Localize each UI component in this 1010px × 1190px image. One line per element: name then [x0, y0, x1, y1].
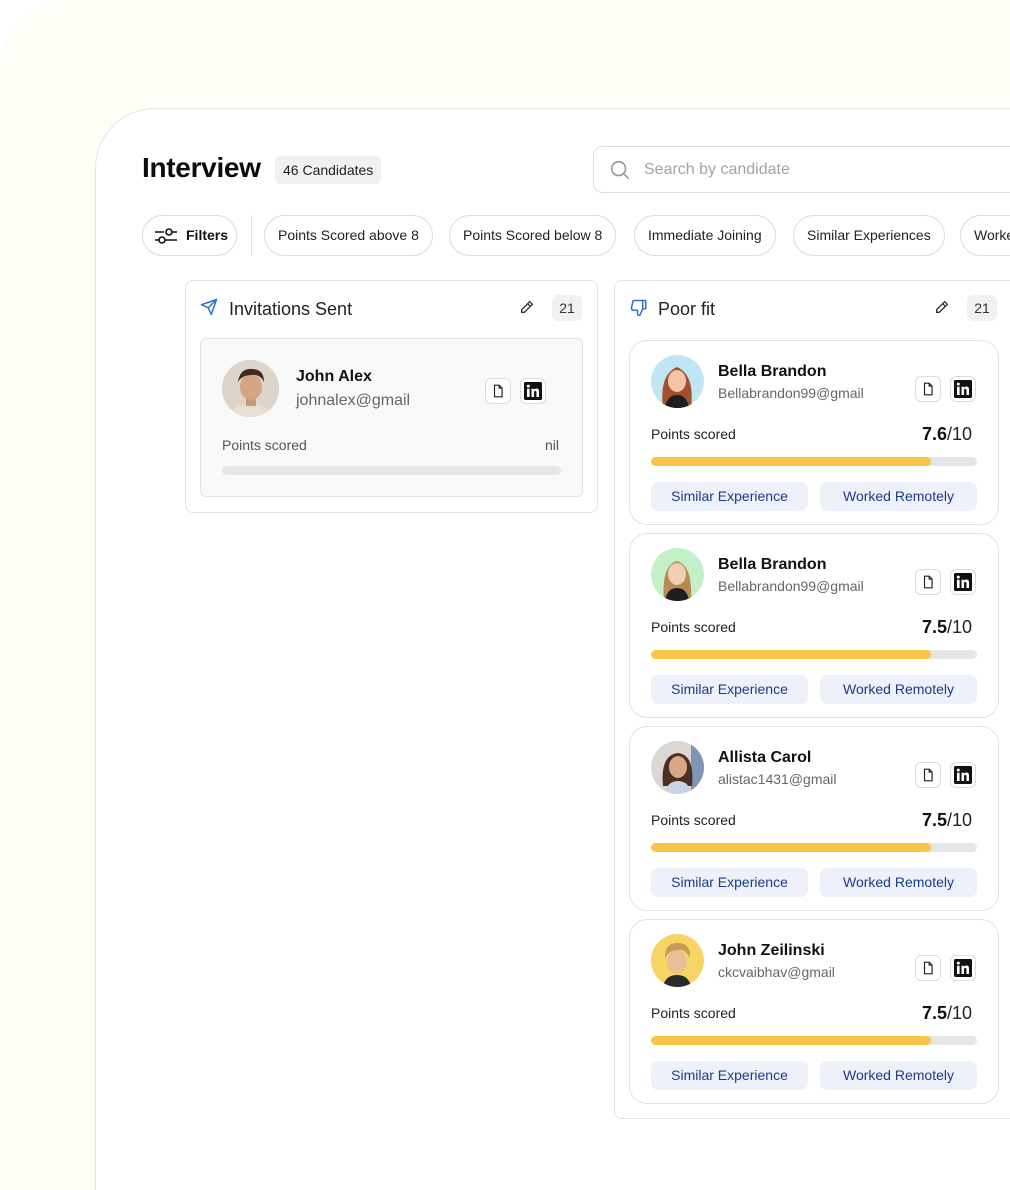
points-value: 7.6/10	[922, 424, 972, 445]
send-icon	[200, 298, 218, 316]
chip-similar-experiences[interactable]: Similar Experiences	[793, 215, 945, 256]
points-progress-bar	[651, 1036, 977, 1045]
progress-fill	[651, 843, 932, 852]
candidate-email: johnalex@gmail	[296, 392, 411, 409]
tag-worked-remotely: Worked Remotely	[820, 1061, 977, 1090]
resume-button[interactable]	[915, 376, 941, 402]
linkedin-icon	[954, 573, 972, 591]
score-max: /10	[947, 1003, 973, 1023]
linkedin-icon	[954, 380, 972, 398]
linkedin-button[interactable]	[520, 378, 546, 404]
document-icon	[923, 382, 933, 396]
resume-button[interactable]	[915, 569, 941, 595]
points-label: Points scored	[222, 437, 307, 453]
linkedin-button[interactable]	[950, 569, 976, 595]
points-value: 7.5/10	[922, 810, 972, 831]
linkedin-button[interactable]	[950, 762, 976, 788]
tag-similar-experience: Similar Experience	[651, 868, 808, 897]
document-icon	[923, 961, 933, 975]
score-max: /10	[947, 424, 973, 444]
tag-worked-remotely: Worked Remotely	[820, 482, 977, 511]
points-label: Points scored	[651, 1005, 736, 1021]
score-max: /10	[947, 810, 973, 830]
search-box[interactable]	[593, 146, 1010, 193]
filters-button[interactable]: Filters	[142, 215, 237, 256]
document-icon	[923, 768, 933, 782]
tag-worked-remotely: Worked Remotely	[820, 868, 977, 897]
candidate-name: Bella Brandon	[718, 556, 827, 573]
points-progress-bar	[651, 843, 977, 852]
progress-fill	[651, 650, 932, 659]
points-progress-bar	[651, 457, 977, 466]
tag-worked-remotely: Worked Remotely	[820, 675, 977, 704]
points-progress-bar	[651, 650, 977, 659]
points-value: 7.5/10	[922, 617, 972, 638]
candidate-email: alistac1431@gmail	[718, 771, 837, 787]
chip-worked-remotely[interactable]: Worked Remotely	[960, 215, 1010, 256]
resume-button[interactable]	[485, 378, 511, 404]
linkedin-button[interactable]	[950, 955, 976, 981]
candidate-name: Allista Carol	[718, 749, 812, 766]
score: 7.5	[922, 810, 948, 830]
progress-fill	[651, 1036, 932, 1045]
column-count: 21	[552, 295, 582, 321]
candidate-name: John Zeilinski	[718, 942, 825, 959]
avatar	[651, 548, 704, 601]
filters-label: Filters	[186, 227, 229, 243]
points-label: Points scored	[651, 426, 736, 442]
chip-immediate-joining[interactable]: Immediate Joining	[634, 215, 776, 256]
edit-pencil-icon[interactable]	[519, 299, 535, 315]
column-title: Poor fit	[658, 299, 716, 319]
filter-divider	[251, 215, 252, 256]
edit-pencil-icon[interactable]	[934, 299, 950, 315]
document-icon	[923, 575, 933, 589]
page-title: Interview	[142, 152, 261, 183]
score: 7.5	[922, 1003, 948, 1023]
candidate-email: ckcvaibhav@gmail	[718, 964, 835, 980]
chip-points-above-8[interactable]: Points Scored above 8	[264, 215, 433, 256]
filter-sliders-icon	[155, 227, 177, 244]
points-label: Points scored	[651, 619, 736, 635]
chip-points-below-8[interactable]: Points Scored below 8	[449, 215, 617, 256]
column-count: 21	[967, 295, 997, 321]
thumbs-down-icon	[630, 299, 647, 317]
points-value: nil	[545, 437, 560, 453]
avatar	[651, 741, 704, 794]
score-max: /10	[947, 617, 973, 637]
linkedin-icon	[954, 959, 972, 977]
resume-button[interactable]	[915, 762, 941, 788]
resume-button[interactable]	[915, 955, 941, 981]
avatar	[651, 934, 704, 987]
search-icon	[610, 160, 630, 179]
linkedin-icon	[524, 382, 542, 400]
progress-fill	[651, 457, 932, 466]
linkedin-button[interactable]	[950, 376, 976, 402]
avatar	[651, 355, 704, 408]
avatar	[222, 360, 279, 417]
linkedin-icon	[954, 766, 972, 784]
candidate-count-badge: 46 Candidates	[275, 156, 382, 184]
candidate-name: John Alex	[296, 368, 372, 385]
search-input[interactable]	[644, 160, 1004, 179]
tag-similar-experience: Similar Experience	[651, 675, 808, 704]
points-progress-bar	[222, 466, 561, 475]
candidate-email: Bellabrandon99@gmail	[718, 578, 864, 594]
document-icon	[493, 384, 503, 398]
tag-similar-experience: Similar Experience	[651, 1061, 808, 1090]
tag-similar-experience: Similar Experience	[651, 482, 808, 511]
points-value: 7.5/10	[922, 1003, 972, 1024]
candidate-name: Bella Brandon	[718, 363, 827, 380]
column-title: Invitations Sent	[229, 299, 353, 319]
points-label: Points scored	[651, 812, 736, 828]
candidate-email: Bellabrandon99@gmail	[718, 385, 864, 401]
score: 7.6	[922, 424, 948, 444]
score: 7.5	[922, 617, 948, 637]
